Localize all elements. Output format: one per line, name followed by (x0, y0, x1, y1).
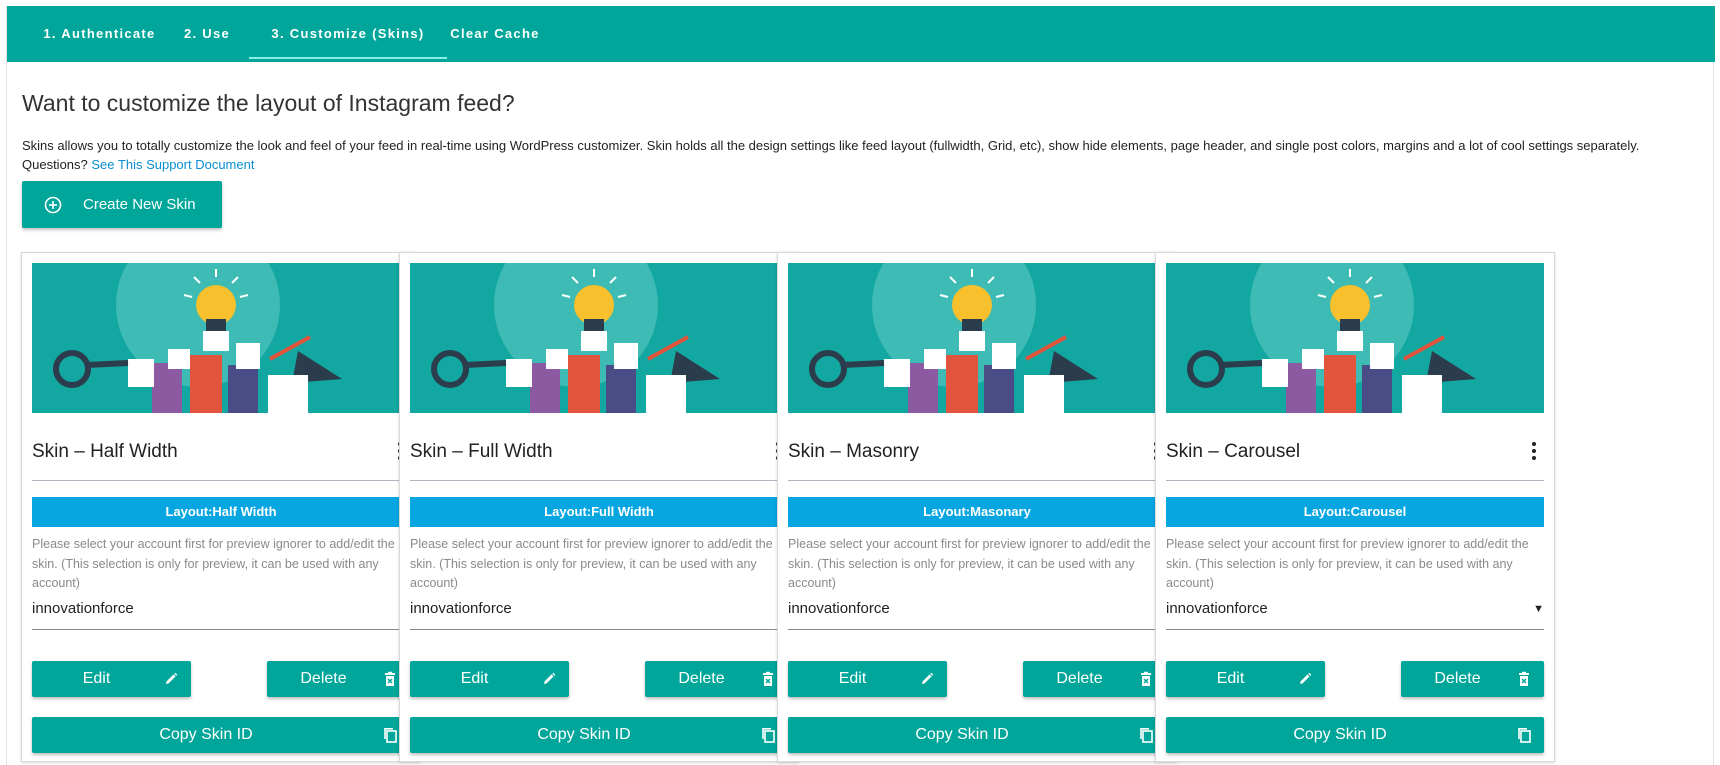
tab-customize-skins[interactable]: 3. Customize (Skins) (249, 6, 447, 62)
pencil-icon (922, 672, 934, 684)
delete-button-label: Delete (300, 670, 347, 687)
divider (410, 480, 788, 481)
skin-title: Skin – Masonry (788, 441, 919, 462)
dropdown-arrow-icon: ▼ (1533, 603, 1544, 615)
skin-preview-image (32, 263, 410, 413)
divider (32, 480, 410, 481)
divider (788, 480, 1166, 481)
skin-card: Skin – Masonry Layout:Masonary Please se… (777, 252, 1177, 762)
skin-preview-image (410, 263, 788, 413)
delete-button[interactable]: Delete (267, 661, 410, 697)
delete-button-label: Delete (1056, 670, 1103, 687)
page-title: Want to customize the layout of Instagra… (22, 90, 515, 116)
account-select-value: innovationforce (410, 600, 512, 617)
copy-skin-id-label: Copy Skin ID (1293, 726, 1387, 743)
page: 1. Authenticate 2. Use 3. Customize (Ski… (6, 6, 1715, 765)
intro-body: Skins allows you to totally customize th… (22, 138, 1640, 172)
delete-button[interactable]: Delete (645, 661, 788, 697)
pencil-icon (166, 672, 178, 684)
skin-preview-image (788, 263, 1166, 413)
layout-badge: Layout:Half Width (32, 497, 410, 527)
edit-button-label: Edit (460, 670, 489, 687)
create-new-skin-button[interactable]: Create New Skin (22, 181, 222, 228)
trash-icon (385, 671, 395, 686)
create-new-skin-label: Create New Skin (83, 196, 196, 213)
trash-icon (1519, 671, 1529, 686)
skin-title: Skin – Half Width (32, 441, 178, 462)
preview-account-note: Please select your account first for pre… (788, 537, 1151, 590)
edit-button-label: Edit (1216, 670, 1245, 687)
preview-account-note: Please select your account first for pre… (32, 537, 395, 590)
tab-use[interactable]: 2. Use (177, 6, 237, 62)
tab-authenticate[interactable]: 1. Authenticate (27, 6, 172, 62)
skin-card: Skin – Carousel Layout:Carousel Please s… (1155, 252, 1555, 762)
copy-icon (1140, 728, 1153, 743)
copy-skin-id-label: Copy Skin ID (915, 726, 1009, 743)
delete-button-label: Delete (1434, 670, 1481, 687)
copy-skin-id-button[interactable]: Copy Skin ID (410, 717, 788, 753)
pencil-icon (1300, 672, 1312, 684)
account-select[interactable]: innovationforce ▼ (32, 598, 410, 630)
edit-button-label: Edit (838, 670, 867, 687)
tab-clear-cache[interactable]: Clear Cache (447, 6, 543, 62)
edit-button-label: Edit (82, 670, 111, 687)
account-select[interactable]: innovationforce ▼ (1166, 598, 1544, 630)
tab-bar: 1. Authenticate 2. Use 3. Customize (Ski… (7, 6, 1715, 62)
layout-badge: Layout:Full Width (410, 497, 788, 527)
skin-preview-image (1166, 263, 1544, 413)
account-select-value: innovationforce (1166, 600, 1268, 617)
copy-skin-id-button[interactable]: Copy Skin ID (32, 717, 410, 753)
trash-icon (763, 671, 773, 686)
skin-card: Skin – Half Width Layout:Half Width Plea… (21, 252, 421, 762)
edit-button[interactable]: Edit (32, 661, 191, 697)
divider (1166, 480, 1544, 481)
edit-button[interactable]: Edit (1166, 661, 1325, 697)
delete-button-label: Delete (678, 670, 725, 687)
copy-skin-id-button[interactable]: Copy Skin ID (1166, 717, 1544, 753)
copy-icon (384, 728, 397, 743)
preview-account-note: Please select your account first for pre… (410, 537, 773, 590)
skin-title: Skin – Carousel (1166, 441, 1301, 462)
account-select[interactable]: innovationforce ▼ (410, 598, 788, 630)
trash-icon (1141, 671, 1151, 686)
account-select[interactable]: innovationforce ▼ (788, 598, 1166, 630)
plus-circle-icon (44, 196, 62, 213)
pencil-icon (544, 672, 556, 684)
support-document-link[interactable]: See This Support Document (91, 157, 254, 172)
account-select-value: innovationforce (32, 600, 134, 617)
copy-icon (1518, 728, 1531, 743)
preview-account-note: Please select your account first for pre… (1166, 537, 1529, 590)
layout-badge: Layout:Carousel (1166, 497, 1544, 527)
skin-title: Skin – Full Width (410, 441, 553, 462)
edit-button[interactable]: Edit (410, 661, 569, 697)
edit-button[interactable]: Edit (788, 661, 947, 697)
delete-button[interactable]: Delete (1401, 661, 1544, 697)
copy-skin-id-label: Copy Skin ID (537, 726, 631, 743)
more-options-icon[interactable] (1526, 439, 1542, 465)
copy-skin-id-button[interactable]: Copy Skin ID (788, 717, 1166, 753)
copy-icon (762, 728, 775, 743)
copy-skin-id-label: Copy Skin ID (159, 726, 253, 743)
skin-card: Skin – Full Width Layout:Full Width Plea… (399, 252, 799, 762)
layout-badge: Layout:Masonary (788, 497, 1166, 527)
delete-button[interactable]: Delete (1023, 661, 1166, 697)
account-select-value: innovationforce (788, 600, 890, 617)
intro-text: Skins allows you to totally customize th… (22, 136, 1672, 174)
